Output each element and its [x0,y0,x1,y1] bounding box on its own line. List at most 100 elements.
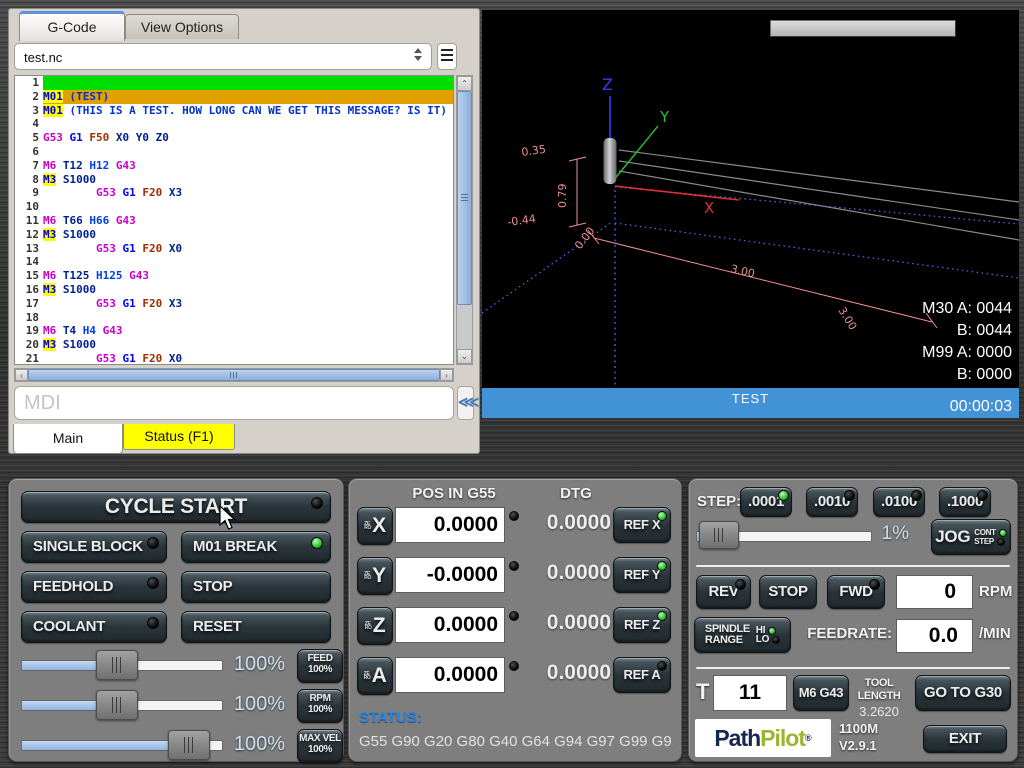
tool-number-field[interactable]: 11 [713,675,787,711]
maxvel-override-reset-button[interactable]: MAX VEL100% [297,729,343,763]
gcode-horizontal-scrollbar[interactable]: ‹ › [14,368,454,382]
gcode-listing[interactable]: 12M01 (TEST)3M01 (THIS IS A TEST. HOW LO… [14,75,454,365]
gcode-token: H4 [83,324,103,337]
step-led [844,490,855,501]
spindle-stop-button[interactable]: STOP [759,575,817,609]
gcode-token: X0 [169,352,182,365]
gcode-line[interactable]: 8M3 S1000 [15,173,453,187]
tool-label: T [696,679,709,705]
reset-button[interactable]: RESET [181,611,331,643]
a-dro-field[interactable]: 0.0000 [395,657,505,693]
gcode-line[interactable]: 21 G53 G1 F20 X0 [15,352,453,365]
rpm-unit-label: RPM [979,583,1012,600]
collapse-keyboard-button[interactable]: ⋘ [457,386,474,420]
gcode-line[interactable]: 12M3 S1000 [15,228,453,242]
ref-a-button[interactable]: REF A [613,657,671,693]
feed-override-reset-button[interactable]: FEED100% [297,649,343,683]
scroll-up-icon[interactable]: ⌃ [457,76,472,91]
scroll-down-icon[interactable]: ⌄ [457,349,472,364]
gcode-token: H66 [89,214,116,227]
jog-cont-step-button[interactable]: JOG CONT STEP [931,519,1011,555]
jog-slider-handle[interactable] [699,521,739,549]
zero-y-button[interactable]: ZEROY [357,557,393,595]
feedrate-field[interactable]: 0.0 [896,619,973,653]
feedhold-button[interactable]: FEEDHOLD [21,571,167,603]
gcode-line[interactable]: 11M6 T66 H66 G43 [15,214,453,228]
scroll-left-icon[interactable]: ‹ [15,369,28,381]
spindle-range-button[interactable]: SPINDLE RANGE HI LO [694,617,791,653]
rpm-override-reset-button[interactable]: RPM100% [297,689,343,723]
tab-view-options[interactable]: View Options [125,14,239,39]
vertical-scroll-thumb[interactable] [457,91,472,305]
feed-override-handle[interactable] [96,650,138,680]
range-lo-label: LO [756,635,769,644]
zero-a-button[interactable]: ZEROA [357,657,393,695]
m01-break-button[interactable]: M01 BREAK [181,531,331,563]
gcode-line[interactable]: 13 G53 G1 F20 X0 [15,242,453,256]
gcode-line[interactable]: 16M3 S1000 [15,283,453,297]
tab-gcode[interactable]: G-Code [19,11,125,41]
ref-y-button[interactable]: REF Y [613,557,671,593]
gcode-line[interactable]: 7M6 T12 H12 G43 [15,159,453,173]
single-block-button[interactable]: SINGLE BLOCK [21,531,167,563]
m6-g43-button[interactable]: M6 G43 [793,675,849,711]
gcode-line[interactable]: 1 [15,76,453,90]
step-0010-button[interactable]: .0010 [806,487,858,517]
gcode-line-number: 4 [15,117,43,131]
gcode-vertical-scrollbar[interactable]: ⌃ ⌄ [456,75,473,365]
gcode-line[interactable]: 9 G53 G1 F20 X3 [15,186,453,200]
gcode-line[interactable]: 19M6 T4 H4 G43 [15,324,453,338]
gcode-line[interactable]: 20M3 S1000 [15,338,453,352]
gcode-line-text: G53 G1 F50 X0 Y0 Z0 [43,131,453,145]
toolpath-viewport[interactable]: Z Y X 0.35 0.79 -0.44 0.00 3.00 3.00 Loa… [482,10,1019,388]
gcode-line[interactable]: 6 [15,145,453,159]
zero-z-button[interactable]: ZEROZ [357,607,393,645]
x-axis-label: X [704,199,714,217]
file-menu-button[interactable] [437,43,457,70]
z-dro-field[interactable]: 0.0000 [395,607,505,643]
combo-spinner-icon[interactable] [414,48,424,66]
range-lo-led [772,636,780,644]
gcode-line[interactable]: 10 [15,200,453,214]
zero-x-button[interactable]: ZEROX [357,507,393,545]
coolant-button[interactable]: COOLANT [21,611,167,643]
x-dro-field[interactable]: 0.0000 [395,507,505,543]
step-0001-button[interactable]: .0001 [740,487,792,517]
gcode-token [43,297,96,310]
gcode-line-text: G53 G1 F20 X0 [43,352,453,365]
file-selector[interactable]: test.nc [14,43,432,70]
scroll-right-icon[interactable]: › [440,369,453,381]
horizontal-scroll-thumb[interactable] [28,369,440,381]
spindle-rev-button[interactable]: REV [696,575,751,609]
rpm-field[interactable]: 0 [896,575,973,609]
gcode-line-number: 10 [15,200,43,214]
ref-z-button[interactable]: REF Z [613,607,671,643]
a-axis-letter: A [372,664,387,688]
cycle-start-button[interactable]: CYCLE START [21,491,331,523]
spindle-fwd-button[interactable]: FWD [827,575,885,609]
gcode-line[interactable]: 18 [15,311,453,325]
mdi-input[interactable] [14,386,454,420]
gcode-line[interactable]: 5G53 G1 F50 X0 Y0 Z0 [15,131,453,145]
y-dro-field[interactable]: -0.0000 [395,557,505,593]
gcode-line[interactable]: 4 [15,117,453,131]
stop-button[interactable]: STOP [181,571,331,603]
gcode-line[interactable]: 17 G53 G1 F20 X3 [15,297,453,311]
maxvel-override-handle[interactable] [168,730,210,760]
dim-z-top: 0.35 [521,143,547,159]
tab-main[interactable]: Main [13,424,123,454]
step-0100-button[interactable]: .0100 [873,487,925,517]
gcode-line[interactable]: 14 [15,255,453,269]
y-motion-led [509,561,519,571]
gcode-line[interactable]: 3M01 (THIS IS A TEST. HOW LONG CAN WE GE… [15,104,453,118]
exit-button[interactable]: EXIT [923,725,1007,753]
gcode-line[interactable]: 2M01 (TEST) [15,90,453,104]
rpm-override-handle[interactable] [96,690,138,720]
go-to-g30-button[interactable]: GO TO G30 [915,675,1011,711]
rpm-override-value: 100% [227,693,285,716]
ref-x-button[interactable]: REF X [613,507,671,543]
step-1000-button[interactable]: .1000 [939,487,991,517]
gcode-token: F20 [142,242,169,255]
gcode-line[interactable]: 15M6 T125 H125 G43 [15,269,453,283]
tab-status[interactable]: Status (F1) [123,424,235,450]
